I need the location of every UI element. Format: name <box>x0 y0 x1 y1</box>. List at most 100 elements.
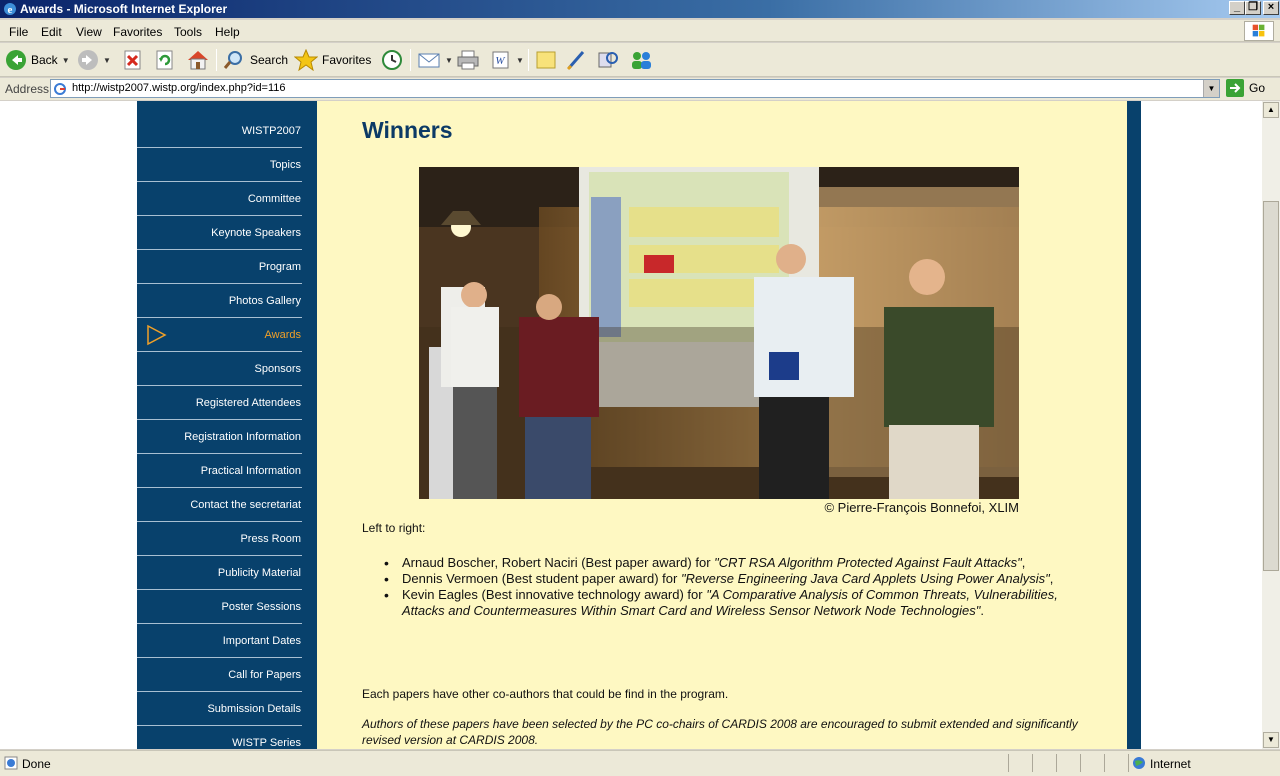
sidebar-item-publicity-material[interactable]: Publicity Material <box>137 556 317 590</box>
menu-tools[interactable]: Tools <box>174 25 202 39</box>
star-icon <box>294 49 318 71</box>
printer-icon <box>457 50 479 70</box>
menu-bar: File Edit View Favorites Tools Help <box>0 20 1280 42</box>
status-bar: Done Internet <box>0 750 1280 776</box>
vertical-scrollbar[interactable]: ▲ ▼ <box>1262 101 1280 749</box>
edit-button[interactable]: W ▼ <box>490 48 524 72</box>
history-button[interactable] <box>380 48 404 72</box>
forward-dropdown-icon[interactable]: ▼ <box>103 56 111 65</box>
messenger-tool-button[interactable] <box>596 48 620 72</box>
discuss-button[interactable] <box>534 48 558 72</box>
sidebar-item-committee[interactable]: Committee <box>137 182 317 216</box>
status-cell <box>1104 754 1105 772</box>
menu-favorites[interactable]: Favorites <box>113 25 162 39</box>
awards-list: Arnaud Boscher, Robert Naciri (Best pape… <box>362 555 1062 619</box>
sidebar-item-call-for-papers[interactable]: Call for Papers <box>137 658 317 692</box>
main-content: Winners © Pierre-François Bonnefoi, XLIM… <box>317 101 1127 749</box>
messenger-button[interactable] <box>629 48 655 72</box>
go-button[interactable]: Go <box>1226 79 1265 97</box>
sidebar-item-topics[interactable]: Topics <box>137 148 317 182</box>
sidebar-item-awards[interactable]: Awards <box>137 318 317 352</box>
status-text: Done <box>22 757 51 771</box>
status-cell <box>1128 754 1129 772</box>
sidebar-item-contact-secretariat[interactable]: Contact the secretariat <box>137 488 317 522</box>
sidebar-item-keynote-speakers[interactable]: Keynote Speakers <box>137 216 317 250</box>
sidebar-item-label: Keynote Speakers <box>211 227 301 239</box>
mail-icon <box>418 53 440 68</box>
sidebar-item-press-room[interactable]: Press Room <box>137 522 317 556</box>
search-label: Search <box>250 53 289 67</box>
sidebar-item-label: Registration Information <box>184 431 301 443</box>
search-button[interactable]: Search <box>222 48 288 72</box>
home-icon <box>188 51 208 70</box>
right-border-bar <box>1127 101 1141 749</box>
history-icon <box>382 50 402 70</box>
stop-button[interactable] <box>123 48 143 72</box>
sidebar-item-label: Topics <box>269 159 301 171</box>
sidebar-item-label: Submission Details <box>207 703 301 715</box>
toolbar: Back ▼ ▼ Search Favorites ▼ W ▼ <box>0 43 1280 77</box>
sidebar-item-registered-attendees[interactable]: Registered Attendees <box>137 386 317 420</box>
sidebar-item-label: Press Room <box>240 533 301 545</box>
sidebar-item-label: Sponsors <box>254 363 301 375</box>
research-button[interactable] <box>565 48 589 72</box>
address-dropdown-icon[interactable]: ▼ <box>1203 80 1219 97</box>
award-paper-title: "CRT RSA Algorithm Protected Against Fau… <box>714 555 1022 570</box>
sidebar-item-wistp2007[interactable]: WISTP2007 <box>137 114 317 148</box>
page-status-icon <box>4 756 18 770</box>
sidebar-item-photos-gallery[interactable]: Photos Gallery <box>137 284 317 318</box>
scroll-up-icon[interactable]: ▲ <box>1263 102 1279 118</box>
award-punct: , <box>1021 555 1026 570</box>
coauthors-note: Each papers have other co-authors that c… <box>362 687 729 701</box>
print-button[interactable] <box>456 48 480 72</box>
menu-edit[interactable]: Edit <box>41 25 62 39</box>
close-button[interactable]: × <box>1263 1 1279 15</box>
list-item: Arnaud Boscher, Robert Naciri (Best pape… <box>362 555 1062 571</box>
refresh-button[interactable] <box>155 48 175 72</box>
address-bar: Address http://wistp2007.wistp.org/index… <box>0 78 1280 100</box>
status-cell <box>1032 754 1033 772</box>
address-input[interactable]: http://wistp2007.wistp.org/index.php?id=… <box>50 79 1220 98</box>
home-button[interactable] <box>186 48 210 72</box>
sidebar-nav: WISTP2007 Topics Committee Keynote Speak… <box>137 101 317 749</box>
maximize-button[interactable]: ❐ <box>1245 1 1261 15</box>
back-dropdown-icon[interactable]: ▼ <box>62 56 70 65</box>
scroll-down-icon[interactable]: ▼ <box>1263 732 1279 748</box>
menu-help[interactable]: Help <box>215 25 240 39</box>
forward-button[interactable]: ▼ <box>77 48 111 72</box>
list-item: Kevin Eagles (Best innovative technology… <box>362 587 1062 619</box>
minimize-button[interactable]: _ <box>1229 1 1245 15</box>
sidebar-item-label: Call for Papers <box>228 669 301 681</box>
pen-icon <box>566 51 585 71</box>
mail-dropdown-icon[interactable]: ▼ <box>445 56 453 65</box>
sidebar-item-important-dates[interactable]: Important Dates <box>137 624 317 658</box>
award-punct: . <box>980 603 984 618</box>
sidebar-item-submission-details[interactable]: Submission Details <box>137 692 317 726</box>
sidebar-item-label: Awards <box>264 329 301 341</box>
sidebar-item-practical-information[interactable]: Practical Information <box>137 454 317 488</box>
edit-dropdown-icon[interactable]: ▼ <box>516 56 524 65</box>
mail-button[interactable]: ▼ <box>417 48 453 72</box>
word-icon: W <box>492 51 509 69</box>
title-bar: e Awards - Microsoft Internet Explorer _… <box>0 0 1280 18</box>
sidebar-item-program[interactable]: Program <box>137 250 317 284</box>
menu-file[interactable]: File <box>9 25 28 39</box>
search-icon <box>223 51 242 69</box>
back-button[interactable]: Back ▼ <box>5 48 70 72</box>
sidebar-item-label: Important Dates <box>222 635 301 647</box>
sidebar-item-label: Poster Sessions <box>221 601 301 613</box>
winners-photo <box>419 167 1019 499</box>
sidebar-item-poster-sessions[interactable]: Poster Sessions <box>137 590 317 624</box>
menu-view[interactable]: View <box>76 25 102 39</box>
favorites-button[interactable]: Favorites <box>294 48 371 72</box>
page-favicon-icon <box>53 82 67 96</box>
sidebar-item-label: Committee <box>247 193 301 205</box>
back-label: Back <box>31 53 58 67</box>
scroll-thumb[interactable] <box>1263 201 1279 571</box>
svg-text:W: W <box>495 55 505 67</box>
refresh-icon <box>156 50 173 70</box>
sidebar-item-sponsors[interactable]: Sponsors <box>137 352 317 386</box>
sidebar-item-registration-information[interactable]: Registration Information <box>137 420 317 454</box>
sidebar-item-wistp-series[interactable]: WISTP Series <box>137 726 317 749</box>
status-cell <box>1008 754 1009 772</box>
